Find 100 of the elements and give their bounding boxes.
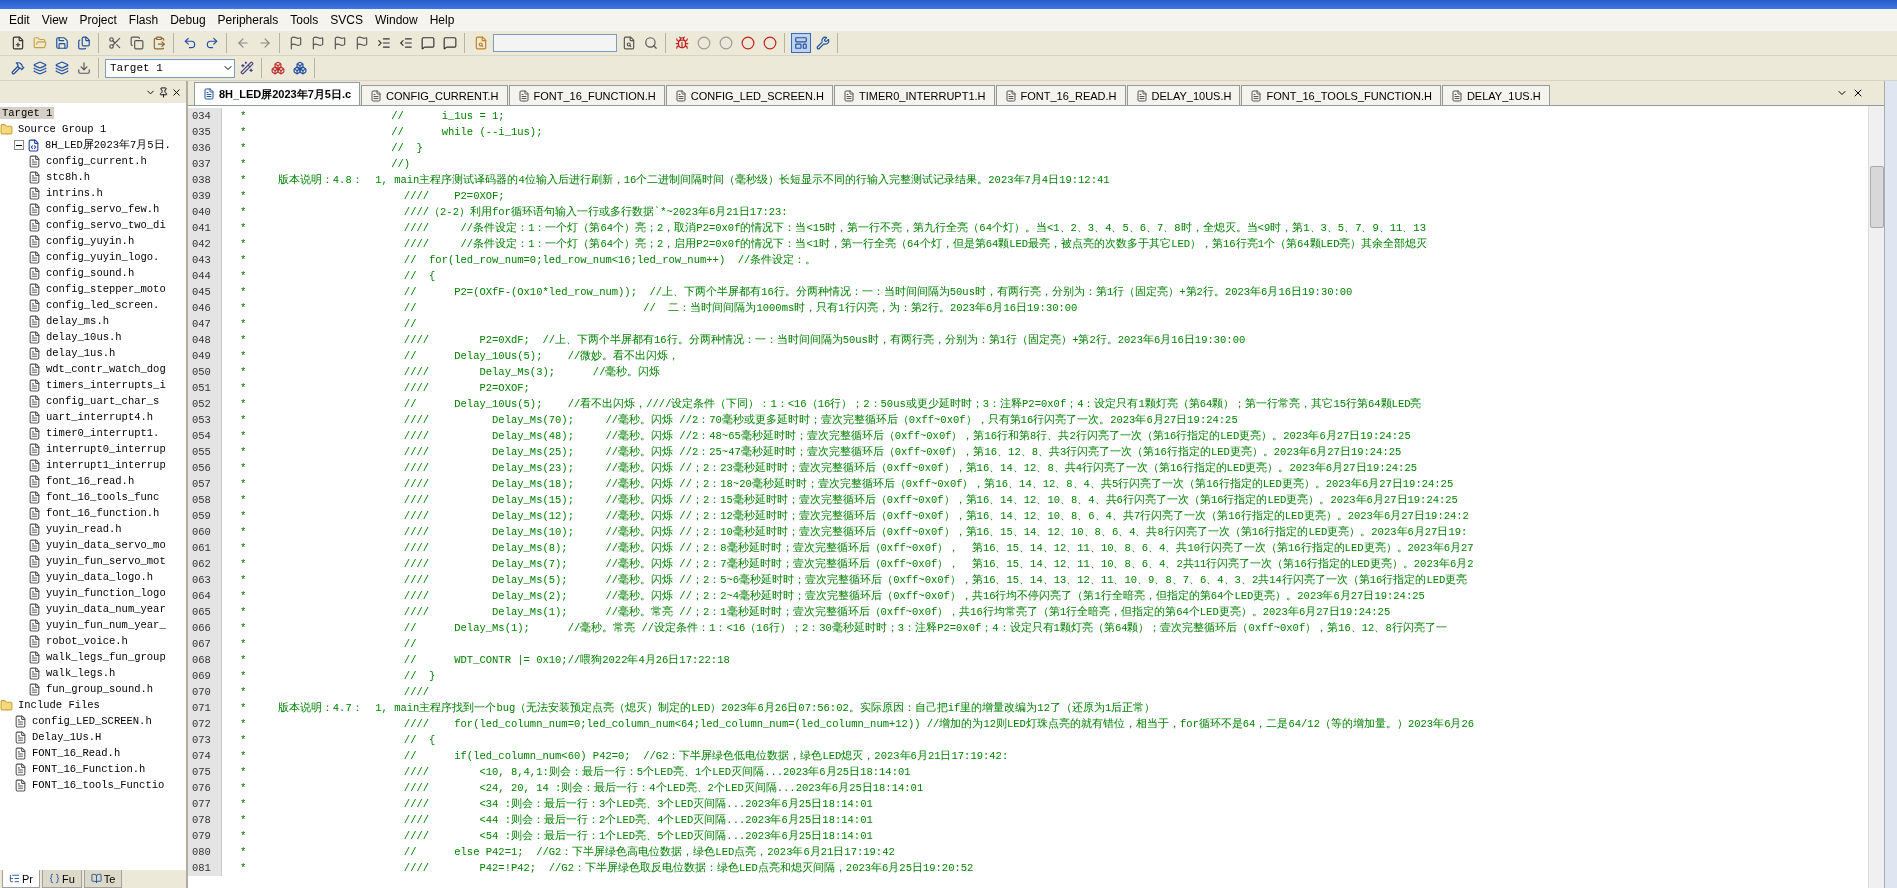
code-line: * // Delay_10Us(5); //微妙。看不出闪烁， — [240, 349, 680, 363]
line-number: 045 — [188, 284, 222, 300]
tree-item[interactable]: font_16_tools_func — [44, 491, 162, 503]
tree-item[interactable]: config_servo_few.h — [44, 203, 162, 215]
file-icon — [28, 618, 41, 632]
tree-item[interactable]: FONT_16_Function.h — [30, 763, 148, 775]
tree-item[interactable]: yuyin_function_logo — [44, 587, 168, 599]
tree-item[interactable]: yuyin_data_servo_mo — [44, 539, 168, 551]
tree-item[interactable]: uart_interrupt4.h — [44, 411, 156, 423]
pin-icon[interactable] — [158, 86, 169, 98]
window-layout-button[interactable] — [791, 33, 811, 53]
tree-item[interactable]: walk_legs_fun_group — [44, 651, 168, 663]
tree-item[interactable]: Target 1 — [0, 107, 55, 119]
tree-item[interactable]: Delay_1Us.H — [30, 731, 104, 743]
tree-item[interactable]: config_yuyin.h — [44, 235, 137, 247]
tree-item[interactable]: config_stepper_moto — [44, 283, 168, 295]
code-line: * //// <10, 8,4,1:则会：最后一行：5个LED亮、1个LED灭间隔...2023年6月25日18:14:01 — [240, 765, 911, 779]
file-tab[interactable]: DELAY_1US.H — [1441, 85, 1550, 105]
file-tab[interactable]: DELAY_10US.H — [1126, 85, 1241, 105]
menu-item[interactable]: Help — [423, 13, 461, 27]
line-number: 051 — [188, 380, 222, 396]
tree-item[interactable]: config_uart_char_s — [44, 395, 162, 407]
file-tab[interactable]: CONFIG_CURRENT.H — [361, 85, 508, 105]
tree-item[interactable]: timer0_interrupt1. — [44, 427, 162, 439]
folder-icon — [0, 122, 13, 136]
menu-item[interactable]: Debug — [164, 13, 212, 27]
tree-item[interactable]: timers_interrupts_i — [44, 379, 168, 391]
menu-item[interactable]: Tools — [284, 13, 325, 27]
file-tab[interactable]: FONT_16_READ.H — [995, 85, 1126, 105]
file-tab[interactable]: FONT_16_FUNCTION.H — [508, 85, 665, 105]
file-tab[interactable]: CONFIG_LED_SCREEN.H — [665, 85, 834, 105]
tree-item[interactable]: config_servo_two_di — [44, 219, 168, 231]
scrollbar-thumb[interactable] — [1869, 166, 1884, 228]
tree-item[interactable]: stc8h.h — [44, 171, 93, 183]
file-tab[interactable]: 8H_LED屏2023年7月5日.c — [194, 82, 361, 105]
menu-item[interactable]: View — [35, 13, 74, 27]
find-field[interactable] — [493, 34, 617, 52]
menu-item[interactable]: Edit — [3, 13, 36, 27]
tree-item[interactable]: delay_10us.h — [44, 331, 124, 343]
collapse-toggle[interactable] — [14, 140, 24, 150]
line-number: 060 — [188, 524, 222, 540]
tree-item[interactable]: interrupt0_interrup — [44, 443, 168, 455]
line-number: 041 — [188, 220, 222, 236]
breakpoint-clear-icon — [763, 36, 777, 50]
line-number: 046 — [188, 300, 222, 316]
tree-item[interactable]: 8H_LED屏2023年7月5日. — [43, 138, 173, 152]
tree-item[interactable]: font_16_function.h — [44, 507, 162, 519]
tree-item[interactable]: intrins.h — [44, 187, 105, 199]
tree-item[interactable]: robot_voice.h — [44, 635, 130, 647]
file-tab[interactable]: FONT_16_TOOLS_FUNCTION.H — [1241, 85, 1441, 105]
tree-item[interactable]: Include Files — [16, 699, 102, 711]
tree-item[interactable]: config_yuyin_logo. — [44, 251, 162, 263]
code-line: * // WDT_CONTR |= 0x10;//喂狗2022年4月26日17:22:18 — [240, 653, 730, 667]
panel-tab[interactable]: Pr — [2, 870, 40, 888]
tree-item[interactable]: delay_ms.h — [44, 315, 111, 327]
code-line: * // while (--i_1us); — [240, 126, 543, 138]
scrollbar[interactable] — [1868, 106, 1884, 888]
tree-item[interactable]: FONT_16_Read.h — [30, 747, 123, 759]
tree-item[interactable]: interrupt1_interrup — [44, 459, 168, 471]
tree-item[interactable]: yuyin_read.h — [44, 523, 124, 535]
tree-item[interactable]: yuyin_fun_servo_mot — [44, 555, 168, 567]
tab-label: CONFIG_CURRENT.H — [386, 89, 499, 102]
tree-item[interactable]: walk_legs.h — [44, 667, 118, 679]
undo-icon — [183, 36, 197, 50]
line-number: 065 — [188, 604, 222, 620]
tree-item[interactable]: config_led_screen. — [44, 299, 162, 311]
bookmark-clear-icon — [355, 36, 369, 50]
file-icon — [28, 314, 41, 328]
tree-item[interactable]: font_16_read.h — [44, 475, 137, 487]
tree-item[interactable]: FONT_16_tools_Functio — [30, 779, 167, 791]
menu-item[interactable]: Flash — [122, 13, 165, 27]
tree-item[interactable]: fun_group_sound.h — [44, 683, 156, 695]
panel-tab[interactable]: Fu — [42, 870, 82, 888]
tree-item[interactable]: config_LED_SCREEN.h — [30, 715, 154, 727]
tree-item[interactable]: wdt_contr_watch_dog — [44, 363, 168, 375]
menu-item[interactable]: Peripherals — [211, 13, 285, 27]
tree-item[interactable]: config_sound.h — [44, 267, 137, 279]
file-tab[interactable]: TIMER0_INTERRUPT1.H — [834, 85, 995, 105]
close-icon[interactable] — [1852, 87, 1864, 99]
menu-item[interactable]: Project — [73, 13, 123, 27]
tree-item[interactable]: yuyin_data_logo.h — [44, 571, 156, 583]
menu-item[interactable]: SVCS — [324, 13, 369, 27]
target-select[interactable]: Target 1 — [105, 58, 235, 78]
code-line: * // } — [240, 670, 436, 682]
tab-label: TIMER0_INTERRUPT1.H — [859, 89, 986, 102]
close-icon[interactable] — [171, 86, 182, 98]
tree-item[interactable]: yuyin_fun_num_year_ — [44, 619, 168, 631]
tree-item[interactable]: yuyin_data_num_year — [44, 603, 168, 615]
menu-item[interactable]: Window — [368, 13, 424, 27]
code-line: * //// <24, 20, 14 :则会：最后一行：4个LED亮、2个LED灭间隔...2023年6月25日18:14:01 — [240, 781, 924, 795]
tree-item[interactable]: delay_1us.h — [44, 347, 118, 359]
code-line: * //// Delay_Ms(48); //毫秒。闪烁 //2：48~65毫秒延时时；壹次完整循环后（0xff~0x0f），第16行和第8行、共2行闪亮了一次（第16行指定的LED更亮）。2023年6月27日19:24:25 — [240, 429, 1411, 443]
line-number: 074 — [188, 748, 222, 764]
panel-tab[interactable]: Te — [83, 870, 123, 888]
tree-item[interactable]: config_current.h — [44, 155, 149, 167]
compile-icon — [11, 61, 25, 75]
code-line: * // Delay_10Us(5); //看不出闪烁，////设定条件（下同）：1：<16（16行）；2：50us或更少延时时；3：注释P2=0x0f；4：设定只有1颗灯亮（第64颗）；第一行常亮，其它15行第64颗LED亮 — [240, 397, 1422, 411]
file-icon — [28, 538, 41, 552]
code-line: * // { — [240, 270, 436, 282]
tree-item[interactable]: Source Group 1 — [16, 123, 109, 135]
